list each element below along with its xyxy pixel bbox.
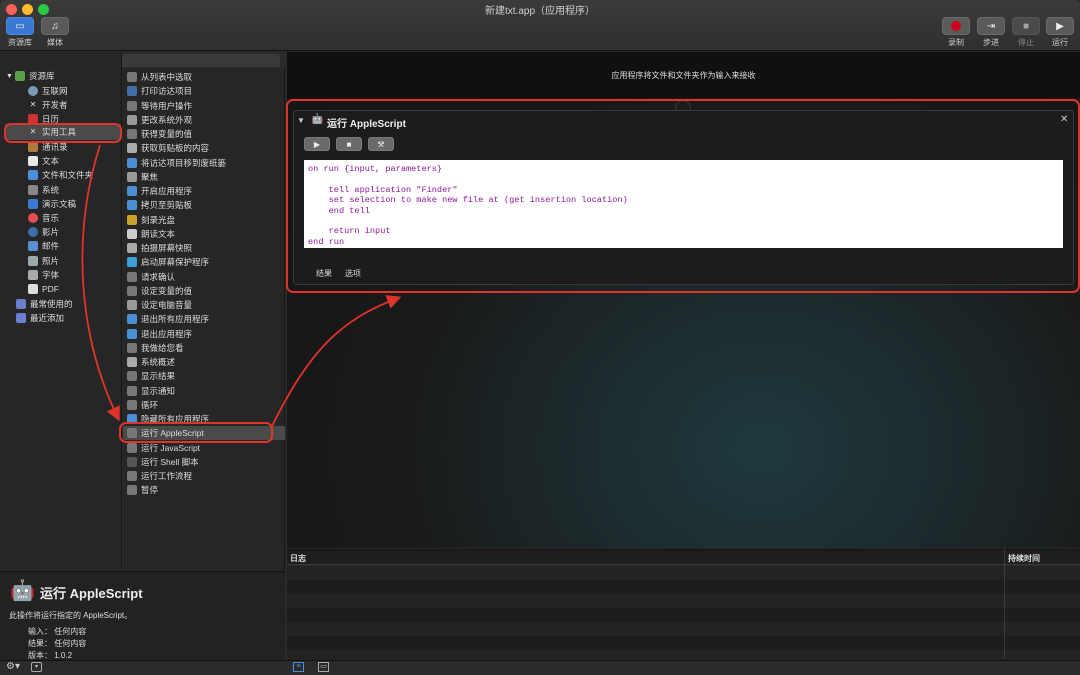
annotation-arrow-to-action — [81, 144, 120, 422]
annotation-arrow-to-card — [271, 295, 402, 427]
annotation-arrows — [81, 144, 402, 427]
